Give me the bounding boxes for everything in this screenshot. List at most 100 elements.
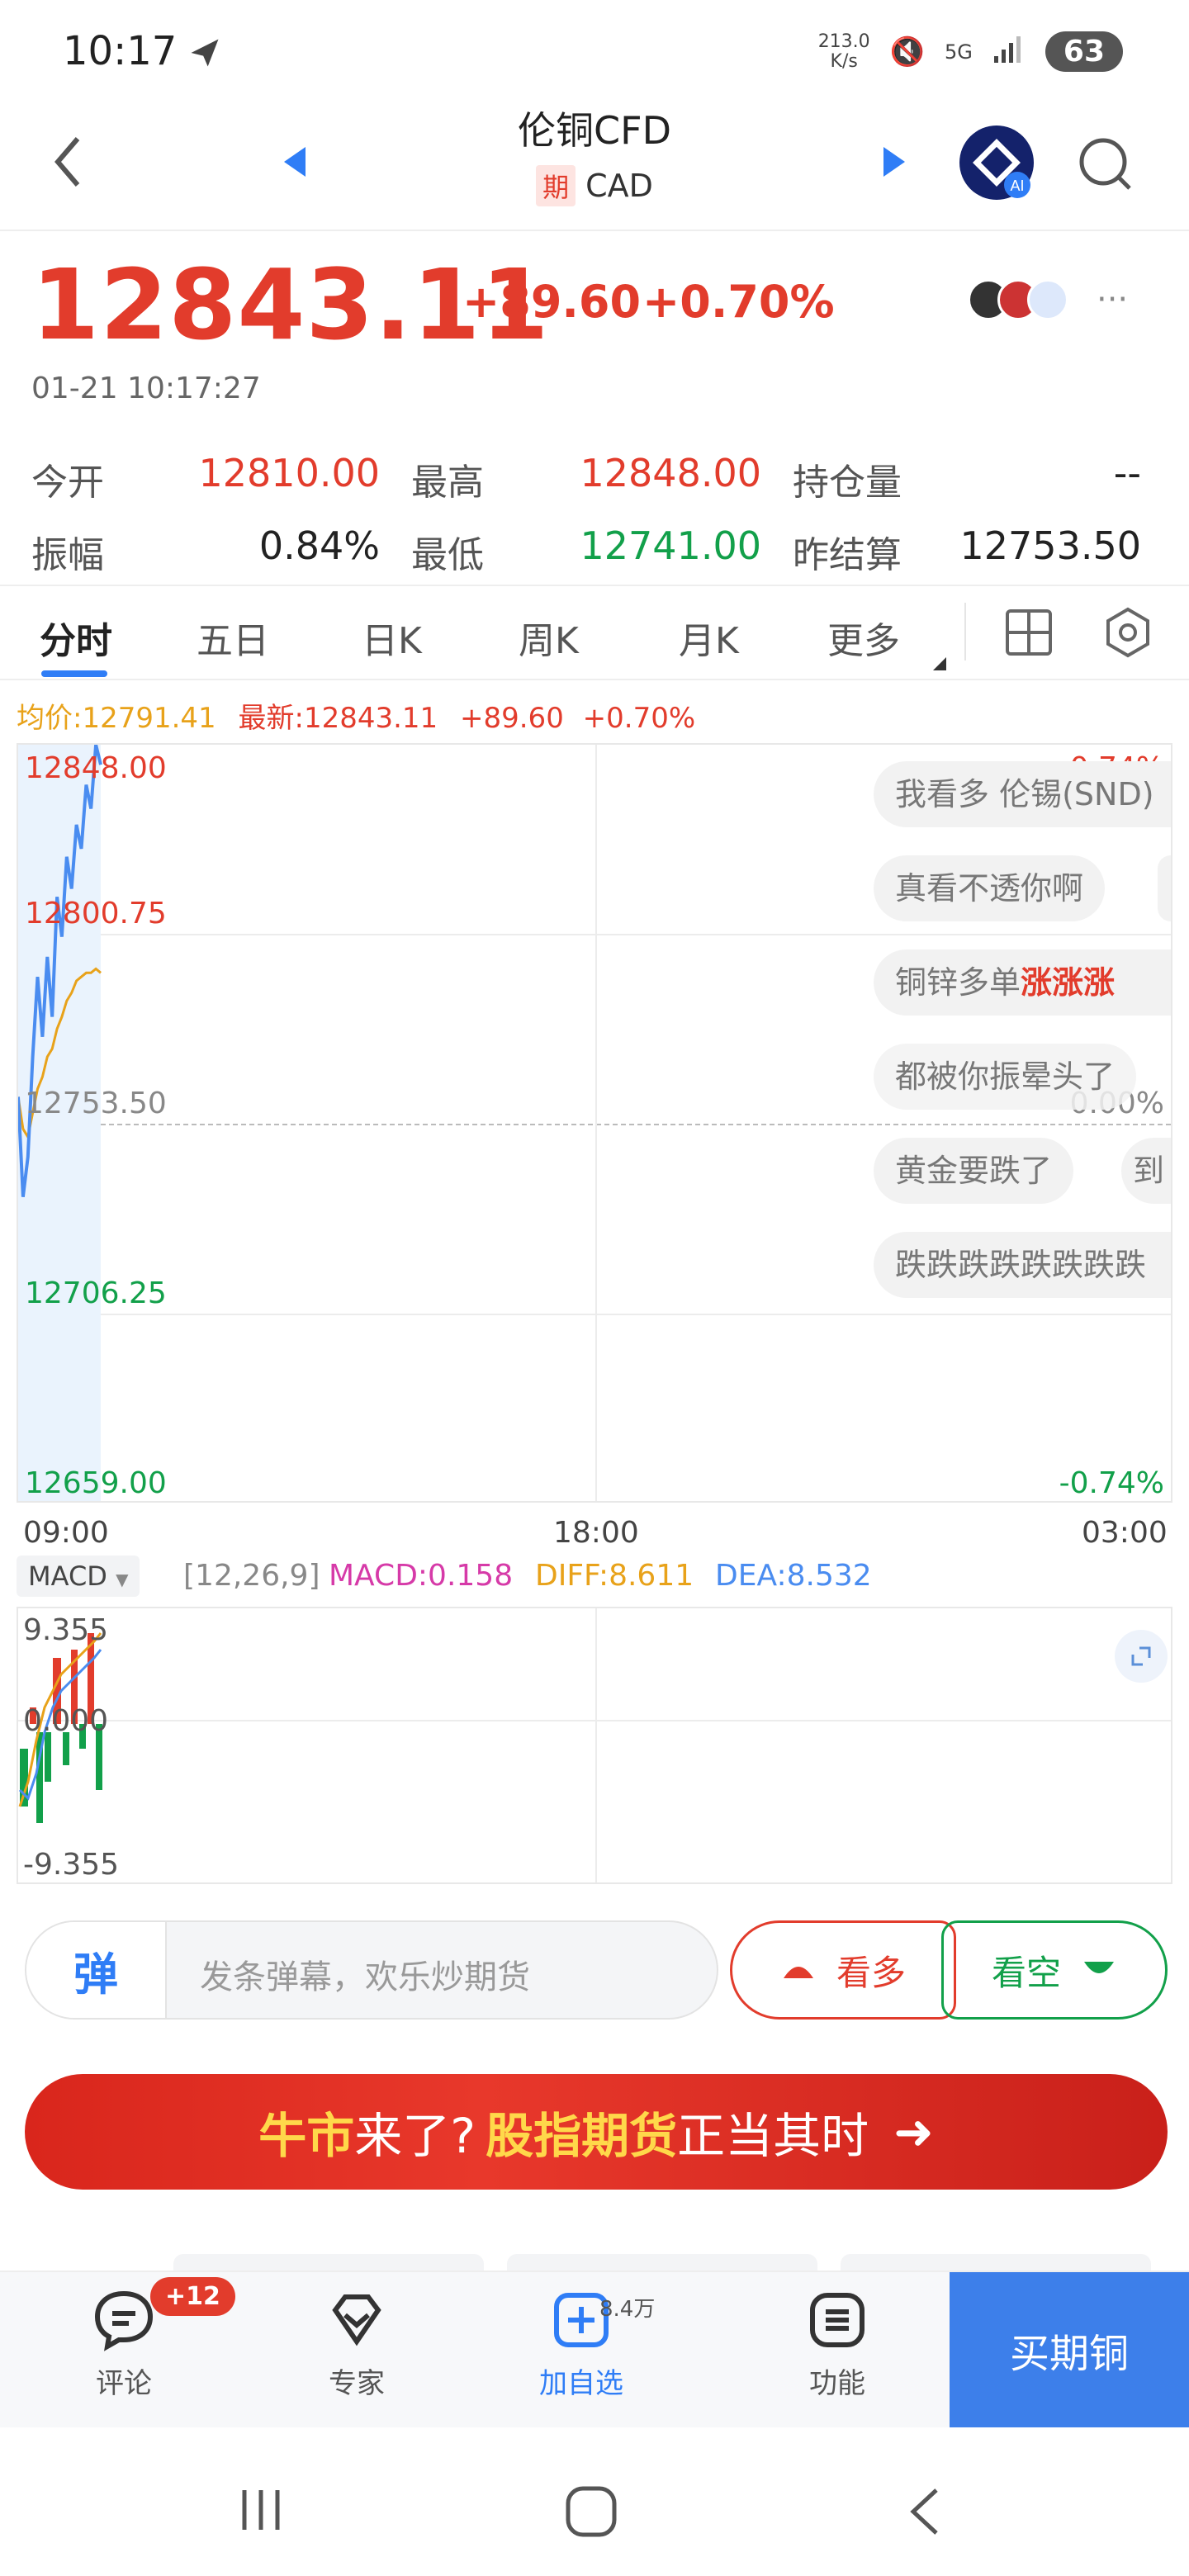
status-time: 10:17 (63, 28, 178, 74)
y-label-lower: 12706.25 (25, 1276, 167, 1310)
bearish-label: 看空 (991, 1952, 1061, 1993)
high-value: 12848.00 (580, 451, 762, 495)
comment-badge: +12 (150, 2277, 235, 2316)
danmu-bubble[interactable]: 铜锌多单涨涨涨 (874, 949, 1171, 1016)
low-label: 最低 (411, 534, 484, 576)
expert-tab[interactable]: 专家 (274, 2287, 439, 2401)
indicator-dropdown-icon: ▼ (116, 1570, 129, 1589)
x-label-end: 03:00 (1082, 1516, 1168, 1550)
danmu-icon[interactable]: 弹 (26, 1922, 167, 2018)
oi-label: 持仓量 (793, 462, 902, 504)
open-value: 12810.00 (198, 451, 381, 495)
y-label-high: 12848.00 (25, 751, 167, 785)
more-icon[interactable]: ··· (1097, 281, 1128, 319)
banner-part4: 正当其时 (677, 2108, 869, 2164)
danmu-placeholder: 发条弹幕，欢乐炒期货 (200, 1958, 530, 1996)
layout-grid-icon[interactable] (1004, 608, 1054, 661)
send-icon (187, 35, 223, 74)
menu-icon (810, 2293, 865, 2347)
banner-part3: 股指期货 (486, 2108, 678, 2164)
home-icon[interactable] (565, 2485, 618, 2541)
chart-info: 均价:12791.41 最新:12843.11 +89.60 +0.70% (17, 695, 695, 736)
function-tab[interactable]: 功能 (755, 2287, 920, 2401)
y-label-low: 12659.00 (25, 1466, 167, 1500)
up-arrow-icon (783, 1967, 813, 1978)
indicator-name: MACD (28, 1560, 107, 1592)
bullish-label: 看多 (836, 1952, 906, 1993)
danmu-bubble[interactable]: 都被你振晕头了 (874, 1044, 1137, 1110)
function-label: 功能 (809, 2367, 865, 2400)
subtitle-text: CAD (585, 168, 653, 204)
tab-separator (964, 603, 966, 661)
tab-more[interactable]: 更多 (827, 611, 900, 664)
pct-label-low: -0.74% (1059, 1466, 1164, 1500)
search-icon[interactable] (1077, 135, 1135, 197)
arrow-right-icon: ➜ (893, 2104, 934, 2160)
latest-price-info: 最新:12843.11 (238, 702, 438, 735)
bullish-button[interactable]: 看多 (730, 1920, 956, 2020)
open-label: 今开 (31, 462, 104, 504)
indicator-selector[interactable]: MACD ▼ (17, 1556, 140, 1597)
x-label-mid: 18:00 (553, 1516, 639, 1550)
banner-part1: 牛市 (258, 2108, 355, 2164)
watchlist-count: 8.4万 (599, 2297, 656, 2322)
nav-back-icon[interactable] (908, 2487, 941, 2540)
net-type: 5G (945, 40, 973, 64)
weibo-icon (1027, 279, 1068, 320)
macd-chart-svg (18, 1608, 1171, 1882)
low-value: 12741.00 (580, 523, 762, 568)
comment-label: 评论 (96, 2367, 152, 2400)
avg-price-info: 均价:12791.41 (17, 702, 216, 735)
danmu-bubble[interactable]: 我看多 伦锡(SND) (874, 761, 1171, 827)
expand-icon[interactable] (1115, 1630, 1168, 1683)
macd-chart[interactable]: 9.355 0.000 -9.355 (17, 1607, 1172, 1884)
mute-icon: 🔇 (889, 35, 926, 69)
tab-intraday[interactable]: 分时 (40, 611, 112, 664)
y-label-mid: 12753.50 (25, 1087, 167, 1120)
quote-divider (0, 585, 1189, 586)
promo-banner[interactable]: 牛市 来了? 股指期货 正当其时 ➜ (25, 2074, 1168, 2190)
recent-apps-icon[interactable] (236, 2485, 286, 2538)
banner-part2: 来了? (354, 2108, 476, 2164)
next-instrument-icon[interactable] (882, 145, 907, 182)
tab-weekly-k[interactable]: 周K (519, 611, 579, 664)
amplitude-label: 振幅 (31, 534, 104, 576)
more-dropdown-icon (933, 657, 946, 670)
settle-value: 12753.50 (959, 523, 1142, 568)
signal-icon (992, 35, 1026, 69)
price-change: +89.60 (462, 276, 642, 328)
danmu-input[interactable]: 弹 发条弹幕，欢乐炒期货 (25, 1920, 718, 2020)
battery-indicator: 63 (1045, 31, 1123, 72)
danmu-bubble-edge (1158, 855, 1171, 921)
tab-underline (41, 670, 107, 677)
diamond-icon (332, 2294, 381, 2346)
change-info: +89.60 (460, 702, 564, 735)
diff-value: DIFF:8.611 (535, 1559, 694, 1593)
danmu-bubble[interactable]: 跌跌跌跌跌跌跌跌 (874, 1232, 1171, 1298)
intraday-chart[interactable]: 12848.00 12800.75 12753.50 12706.25 1265… (17, 743, 1172, 1503)
danmu-highlight: 涨涨涨 (1021, 964, 1116, 1001)
macd-value: MACD:0.158 (329, 1559, 514, 1593)
settings-hex-icon[interactable] (1101, 606, 1154, 662)
buy-copper-button[interactable]: 买期铜 (950, 2272, 1189, 2427)
header-divider (0, 230, 1189, 231)
tab-five-day[interactable]: 五日 (197, 611, 269, 664)
net-speed: 213.0 K/s (817, 31, 870, 72)
macd-y-top: 9.355 (23, 1613, 109, 1647)
bearish-button[interactable]: 看空 (941, 1920, 1168, 2020)
danmu-text: 铜锌多单 (895, 964, 1021, 1001)
expert-label: 专家 (329, 2367, 385, 2400)
ai-assistant-icon[interactable]: AI (958, 124, 1035, 205)
social-avatars[interactable] (968, 279, 1068, 320)
quote-time: 01-21 10:17:27 (31, 372, 261, 405)
x-label-start: 09:00 (23, 1516, 109, 1550)
futures-badge: 期 (536, 165, 576, 206)
danmu-bubble[interactable]: 黄金要跌了 (874, 1138, 1074, 1204)
tab-monthly-k[interactable]: 月K (679, 611, 739, 664)
tab-daily-k[interactable]: 日K (362, 611, 422, 664)
settle-label: 昨结算 (793, 534, 902, 576)
danmu-bubble[interactable]: 真看不透你啊 (874, 855, 1106, 921)
macd-y-mid: 0.000 (23, 1704, 109, 1738)
amplitude-value: 0.84% (258, 523, 380, 568)
comment-icon (94, 2290, 154, 2351)
